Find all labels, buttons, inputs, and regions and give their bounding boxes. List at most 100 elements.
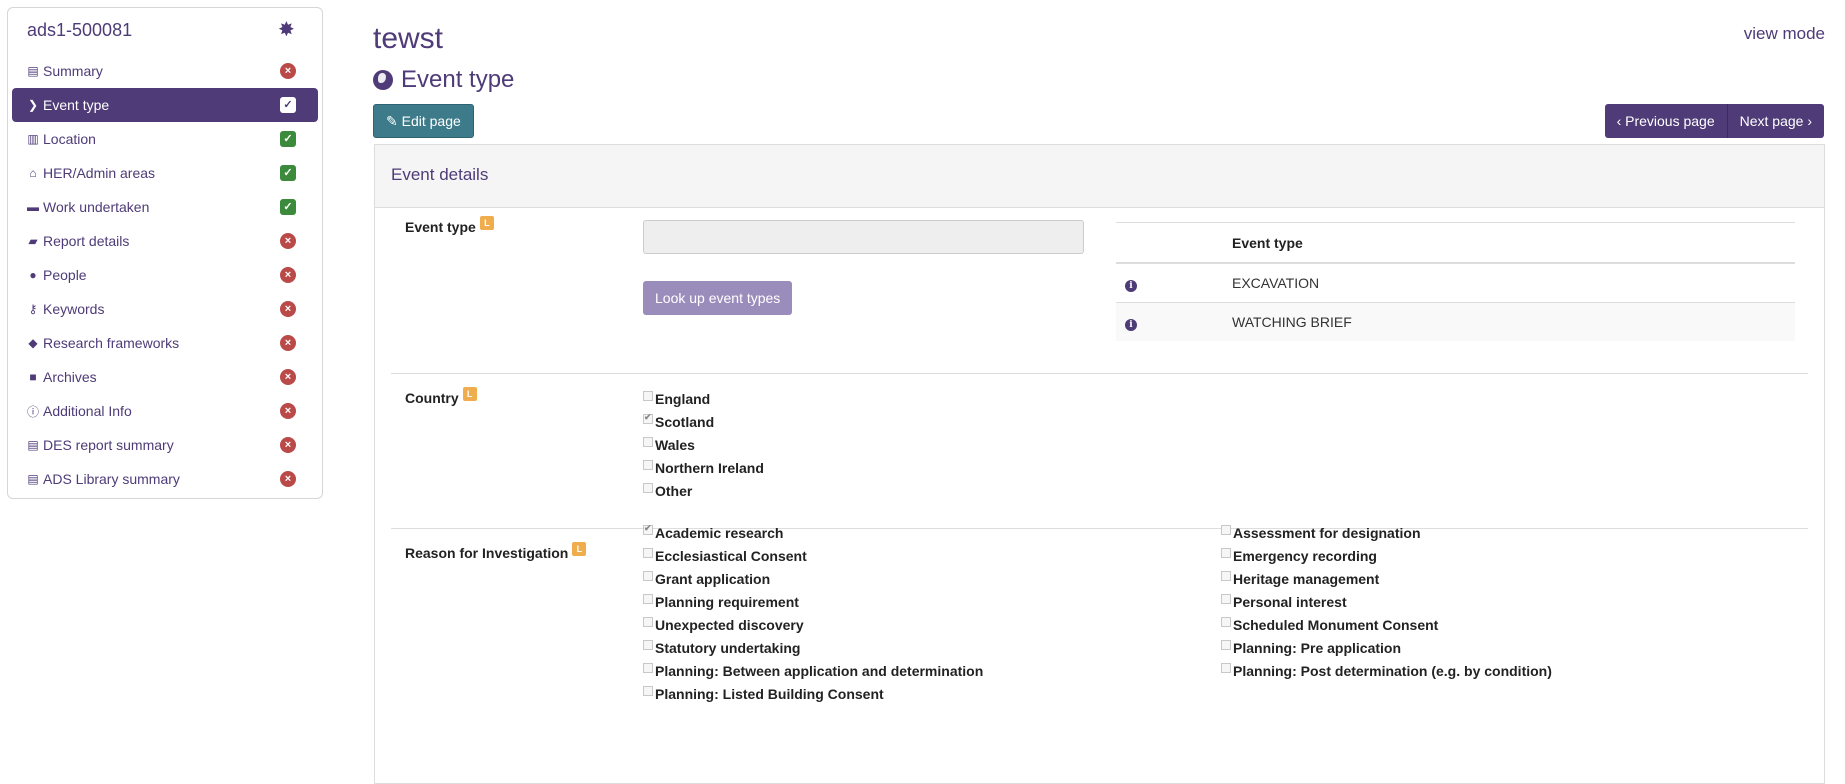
table-header-event-type: Event type bbox=[1231, 222, 1795, 264]
table-cell-info: i bbox=[1116, 262, 1231, 303]
checkbox-option: Assessment for designation bbox=[1221, 525, 1421, 541]
incomplete-icon: × bbox=[280, 301, 296, 317]
section-title: Event type bbox=[373, 66, 514, 94]
sidebar-item-additional-info[interactable]: ⓘ Additional Info × bbox=[12, 394, 318, 428]
table-header-icon-column bbox=[1116, 222, 1231, 264]
checkbox[interactable] bbox=[1221, 594, 1231, 604]
checkbox-option: Unexpected discovery bbox=[643, 617, 804, 633]
look-up-event-types-button[interactable]: Look up event types bbox=[643, 281, 793, 315]
page-navigation: ‹ Previous page Next page › bbox=[1604, 104, 1824, 138]
checkbox[interactable] bbox=[643, 460, 653, 470]
checkbox[interactable] bbox=[1221, 571, 1231, 581]
sidebar-item-people[interactable]: ● People × bbox=[12, 258, 318, 292]
sidebar-item-label: DES report summary bbox=[43, 437, 174, 453]
checkbox[interactable] bbox=[643, 548, 653, 558]
sidebar-item-label: Research frameworks bbox=[43, 335, 180, 351]
checkbox-option: Personal interest bbox=[1221, 594, 1347, 610]
incomplete-icon: × bbox=[280, 233, 296, 249]
briefcase-icon: ▬ bbox=[27, 200, 39, 214]
complete-icon: ✓ bbox=[280, 165, 296, 181]
sidebar-item-label: People bbox=[43, 267, 87, 283]
edit-page-button[interactable]: ✎ Edit page bbox=[373, 104, 474, 138]
sidebar-nav: ▤ Summary × ❯ Event type ✓ ▥ Location ✓ ⌂ HER/A… bbox=[8, 54, 322, 496]
checkbox[interactable] bbox=[643, 412, 653, 424]
sidebar-item-keywords[interactable]: ⚷ Keywords × bbox=[12, 292, 318, 326]
checkbox[interactable] bbox=[1221, 640, 1231, 650]
sidebar-item-work-undertaken[interactable]: ▬ Work undertaken ✓ bbox=[12, 190, 318, 224]
sidebar-item-ads-library-summary[interactable]: ▤ ADS Library summary × bbox=[12, 462, 318, 496]
checkbox-label: Statutory undertaking bbox=[655, 640, 801, 656]
sidebar-item-location[interactable]: ▥ Location ✓ bbox=[12, 122, 318, 156]
table-row: i WATCHING BRIEF bbox=[1116, 302, 1795, 341]
checkbox-label: England bbox=[655, 391, 711, 407]
sidebar: ads1-500081 ✸ ▤ Summary × ❯ Event type ✓ ▥ Lo… bbox=[7, 7, 323, 499]
sidebar-item-report-details[interactable]: ▰ Report details × bbox=[12, 224, 318, 258]
sidebar-item-event-type[interactable]: ❯ Event type ✓ bbox=[12, 88, 318, 122]
checkbox-label: Scheduled Monument Consent bbox=[1233, 617, 1439, 633]
checkbox-option: Planning: Listed Building Consent bbox=[643, 686, 884, 702]
info-icon[interactable]: i bbox=[1125, 318, 1137, 331]
checkbox-label: Unexpected discovery bbox=[655, 617, 804, 633]
checkbox-label: Other bbox=[655, 483, 693, 499]
checkbox-label: Wales bbox=[655, 437, 695, 453]
table-row: i EXCAVATION bbox=[1116, 262, 1795, 303]
checkbox-label: Heritage management bbox=[1233, 571, 1380, 587]
checkbox-option: England bbox=[643, 391, 710, 407]
checkbox[interactable] bbox=[1221, 525, 1231, 535]
sidebar-item-label: Work undertaken bbox=[43, 199, 150, 215]
edit-icon: ✎ bbox=[386, 113, 398, 129]
checkbox[interactable] bbox=[643, 617, 653, 627]
checkbox[interactable] bbox=[1221, 663, 1231, 673]
next-page-button[interactable]: Next page › bbox=[1727, 104, 1824, 138]
event-type-label-text: Event type bbox=[405, 219, 476, 235]
info-icon[interactable]: i bbox=[1125, 279, 1137, 292]
checkbox-option: Emergency recording bbox=[1221, 548, 1377, 564]
country-label: Country L bbox=[405, 387, 477, 406]
checkbox-label: Planning: Pre application bbox=[1233, 640, 1402, 656]
sidebar-item-label: Location bbox=[43, 131, 96, 147]
checkbox-label: Emergency recording bbox=[1233, 548, 1377, 564]
checkbox-label: Personal interest bbox=[1233, 594, 1347, 610]
view-mode-link[interactable]: view mode bbox=[1744, 24, 1825, 44]
section-title-text: Event type bbox=[401, 66, 515, 93]
event-type-input[interactable] bbox=[643, 220, 1084, 254]
edit-page-label: Edit page bbox=[401, 113, 461, 129]
checkbox[interactable] bbox=[643, 640, 653, 650]
checkbox-label: Scotland bbox=[655, 414, 715, 430]
info-icon: ⓘ bbox=[26, 404, 39, 419]
map-icon: ▥ bbox=[27, 132, 39, 146]
checkbox-option: Statutory undertaking bbox=[643, 640, 800, 656]
sidebar-item-archives[interactable]: ■ Archives × bbox=[12, 360, 318, 394]
book-icon: ▰ bbox=[28, 234, 38, 248]
checkbox[interactable] bbox=[643, 686, 653, 696]
checkbox[interactable] bbox=[1221, 548, 1231, 558]
checkbox[interactable] bbox=[1221, 617, 1231, 627]
complete-icon: ✓ bbox=[280, 199, 296, 215]
checkbox[interactable] bbox=[643, 523, 653, 535]
checkbox[interactable] bbox=[643, 594, 653, 604]
incomplete-icon: × bbox=[280, 63, 296, 79]
checkbox-label: Grant application bbox=[655, 571, 771, 587]
checkbox[interactable] bbox=[643, 663, 653, 673]
checkbox[interactable] bbox=[643, 571, 653, 581]
file-icon: ▤ bbox=[27, 64, 39, 78]
sidebar-item-her-admin-areas[interactable]: ⌂ HER/Admin areas ✓ bbox=[12, 156, 318, 190]
sidebar-item-summary[interactable]: ▤ Summary × bbox=[12, 54, 318, 88]
table-cell-event-type: WATCHING BRIEF bbox=[1231, 302, 1795, 341]
country-label-text: Country bbox=[405, 390, 459, 406]
checkbox[interactable] bbox=[643, 483, 653, 493]
checkbox[interactable] bbox=[643, 391, 653, 401]
previous-page-button[interactable]: ‹ Previous page bbox=[1604, 104, 1728, 138]
sidebar-item-label: Event type bbox=[43, 97, 110, 113]
event-type-label: Event type L bbox=[405, 216, 494, 235]
incomplete-icon: × bbox=[280, 403, 296, 419]
panel-header: Event details bbox=[375, 145, 1824, 208]
sidebar-item-des-report-summary[interactable]: ▤ DES report summary × bbox=[12, 428, 318, 462]
sidebar-item-label: Archives bbox=[43, 369, 97, 385]
checkbox[interactable] bbox=[643, 437, 653, 447]
checkbox-option: Grant application bbox=[643, 571, 770, 587]
checkbox-option: Scotland bbox=[643, 412, 715, 430]
checkbox-option: Ecclesiastical Consent bbox=[643, 548, 807, 564]
checkbox-label: Academic research bbox=[655, 525, 784, 541]
sidebar-item-research-frameworks[interactable]: ◆ Research frameworks × bbox=[12, 326, 318, 360]
